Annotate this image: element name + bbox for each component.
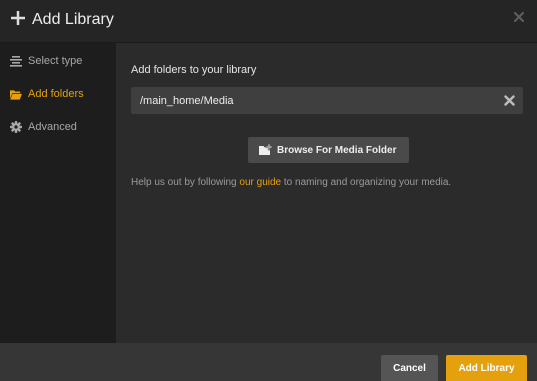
add-library-button[interactable]: Add Library (446, 355, 527, 381)
sidebar-item-label: Select type (28, 55, 83, 67)
add-library-dialog: Add Library Select type Add folders Adva… (0, 0, 537, 381)
cancel-button[interactable]: Cancel (381, 355, 438, 381)
folder-path-field (131, 87, 523, 114)
folder-plus-icon (259, 143, 273, 155)
sidebar-item-add-folders[interactable]: Add folders (0, 79, 116, 109)
help-text-before: Help us out by following (131, 177, 240, 188)
main-content: Add folders to your library Browse For M (116, 43, 537, 343)
dialog-footer: Cancel Add Library (0, 343, 537, 381)
plus-icon (10, 9, 26, 27)
folder-open-icon (10, 88, 22, 100)
browse-button-label: Browse For Media Folder (277, 145, 397, 156)
browse-media-folder-button[interactable]: Browse For Media Folder (248, 137, 409, 163)
gear-icon (10, 121, 22, 133)
dialog-header: Add Library (0, 0, 537, 43)
our-guide-link[interactable]: our guide (239, 177, 281, 188)
dialog-title: Add Library (32, 11, 114, 28)
sidebar-item-label: Add folders (28, 88, 84, 100)
folder-path-input[interactable] (140, 93, 490, 108)
sidebar-item-select-type[interactable]: Select type (0, 46, 116, 76)
sidebar: Select type Add folders Advanced (0, 43, 116, 343)
help-text: Help us out by following our guide to na… (131, 176, 451, 189)
clear-icon[interactable] (503, 94, 516, 107)
help-text-after: to naming and organizing your media. (281, 177, 452, 188)
sidebar-item-label: Advanced (28, 121, 77, 133)
section-title: Add folders to your library (131, 64, 257, 76)
list-icon (10, 55, 22, 67)
sidebar-item-advanced[interactable]: Advanced (0, 112, 116, 142)
close-icon[interactable] (513, 11, 525, 23)
